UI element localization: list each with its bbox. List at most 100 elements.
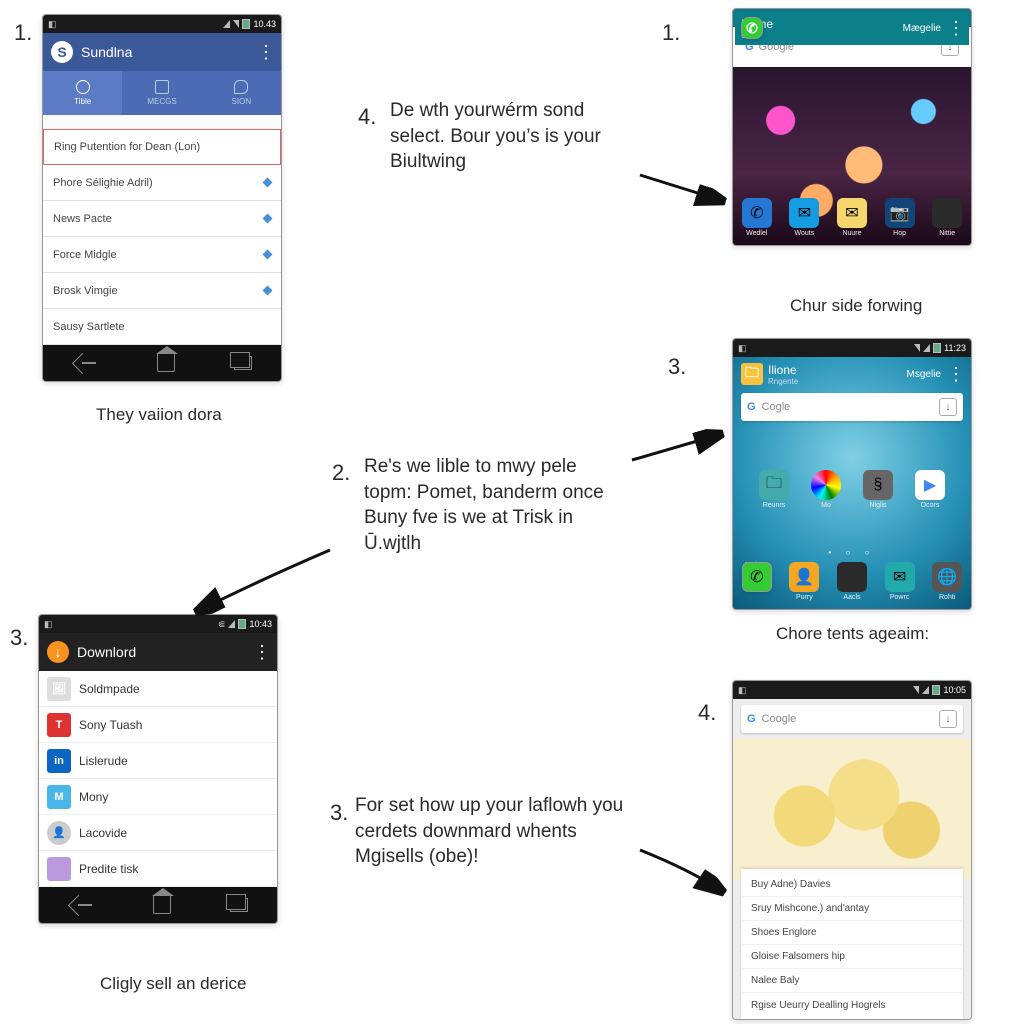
- app-dock: ✆Wedlel ✉Wouts ✉ Nuure 📷Hop Nittie: [733, 198, 971, 237]
- app-messages[interactable]: ✉Powrc: [882, 562, 918, 601]
- app-camera[interactable]: 📷Hop: [882, 198, 918, 237]
- tabs: Tible MECGS SION: [43, 71, 281, 115]
- voice-search-icon[interactable]: ↓: [939, 710, 957, 728]
- suggestion-item[interactable]: Nalee Baly: [741, 969, 963, 993]
- signal-icon: [228, 620, 235, 628]
- list-item[interactable]: Sausy Sartlete: [43, 309, 281, 345]
- download-item[interactable]: Predite tisk: [39, 851, 277, 887]
- contacts-icon: 👤: [789, 562, 819, 592]
- page-indicator: • ○ ○: [733, 548, 971, 557]
- phone-app-icon[interactable]: ✆: [741, 17, 763, 39]
- app-label: Powrc: [890, 594, 909, 601]
- signal-icon: [922, 686, 929, 694]
- notif-icon: ◧: [44, 619, 53, 630]
- notif-icon: ◧: [738, 685, 747, 696]
- app-label: Wouts: [795, 230, 815, 237]
- back-button[interactable]: [72, 354, 98, 372]
- app-play[interactable]: ▶Ocors: [912, 470, 948, 509]
- voice-search-icon[interactable]: ↓: [939, 398, 957, 416]
- list-item-label: Sausy Sartlete: [53, 321, 125, 333]
- recents-button[interactable]: [234, 356, 252, 370]
- app-drawer[interactable]: Nittie: [929, 198, 965, 237]
- overflow-menu-icon[interactable]: ⋮: [947, 364, 963, 385]
- list-item[interactable]: Phore Sélighie Adril): [43, 165, 281, 201]
- wallpaper: ✆Wedlel ✉Wouts ✉ Nuure 📷Hop Nittie: [733, 67, 971, 245]
- overflow-menu-icon[interactable]: ⋮: [947, 18, 963, 39]
- download-label: Predite tisk: [79, 862, 138, 876]
- app-label: Mo: [821, 502, 831, 509]
- download-item[interactable]: inLislerude: [39, 743, 277, 779]
- tab-2[interactable]: MECGS: [122, 71, 201, 115]
- app-calc[interactable]: § Niglis: [860, 470, 896, 509]
- search-bar[interactable]: G Cogle ↓: [741, 393, 963, 421]
- download-item[interactable]: 👤 Lacovide: [39, 815, 277, 851]
- thumbnail-icon: T: [47, 713, 71, 737]
- home-button[interactable]: [153, 896, 171, 914]
- widget-right-label: Msgelie: [907, 369, 941, 380]
- browser-icon: 🌐: [932, 562, 962, 592]
- wifi-small-icon: ⋐: [218, 619, 226, 630]
- suggestion-item[interactable]: Buy Adne) Davies: [741, 873, 963, 897]
- suggestion-card: Buy Adne) Davies Sruy Mishcone.) and'ant…: [741, 869, 963, 1020]
- app-contacts[interactable]: 👤Purry: [786, 562, 822, 601]
- download-label: Lislerude: [79, 754, 128, 768]
- play-store-icon: ▶: [915, 470, 945, 500]
- diamond-icon: [263, 214, 273, 224]
- download-item[interactable]: TSony Tuash: [39, 707, 277, 743]
- recents-button[interactable]: [230, 898, 248, 912]
- home-button[interactable]: [157, 354, 175, 372]
- signal-icon: [923, 344, 930, 352]
- apps-grid-icon: [837, 562, 867, 592]
- avatar-icon: 👤: [47, 821, 71, 845]
- app-folder[interactable]: 🗀Reunrs: [756, 470, 792, 509]
- search-bar[interactable]: G Coogle ↓: [741, 705, 963, 733]
- diamond-icon: [263, 286, 273, 296]
- status-bar: ◧ 11:23: [733, 339, 971, 357]
- phone-download: ◧ ⋐10:43 ↓ Downlord ⋮ 🖼Soldmpade TSony T…: [38, 614, 278, 924]
- back-button[interactable]: [68, 896, 94, 914]
- suggestion-item[interactable]: Sruy Mishcone.) and'antay: [741, 897, 963, 921]
- app-label: Nuure: [842, 230, 861, 237]
- diamond-icon: [263, 178, 273, 188]
- step-4-phone-num: 4.: [698, 700, 716, 726]
- app-mail[interactable]: ✉ Nuure: [834, 198, 870, 237]
- app-label: Reunrs: [763, 502, 786, 509]
- step-2-instr-num: 2.: [332, 460, 350, 486]
- download-item[interactable]: 🖼Soldmpade: [39, 671, 277, 707]
- download-label: Lacovide: [79, 826, 127, 840]
- suggestion-item[interactable]: Shoes Englore: [741, 921, 963, 945]
- download-item[interactable]: MMony: [39, 779, 277, 815]
- overflow-menu-icon[interactable]: ⋮: [257, 42, 273, 63]
- list-item-highlighted[interactable]: Ring Putention for Dean (Lon): [43, 129, 281, 165]
- tab-3[interactable]: SION: [202, 71, 281, 115]
- app-phone[interactable]: ✆Walone: [739, 562, 775, 601]
- list-item[interactable]: Force Midgle: [43, 237, 281, 273]
- app-messages[interactable]: ✉Wouts: [786, 198, 822, 237]
- action-bar: ↓ Downlord ⋮: [39, 633, 277, 671]
- app-label: Rohti: [939, 594, 955, 601]
- app-browser[interactable]: 🌐 Rohti: [929, 562, 965, 601]
- step-3-left: 3.: [10, 625, 28, 651]
- suggestion-item[interactable]: Gloise Falsomers hip: [741, 945, 963, 969]
- calculator-icon: §: [863, 470, 893, 500]
- overflow-menu-icon[interactable]: ⋮: [253, 642, 269, 663]
- phone-icon: ✆: [742, 562, 772, 592]
- list-item[interactable]: News Pacte: [43, 201, 281, 237]
- thumbnail-icon: 🖼: [47, 677, 71, 701]
- folder-icon[interactable]: 🗀: [741, 363, 763, 385]
- app-phone[interactable]: ✆Wedlel: [739, 198, 775, 237]
- mail-icon: ✉: [837, 198, 867, 228]
- app-label: Niglis: [869, 502, 886, 509]
- list-item[interactable]: Brosk Vimgie: [43, 273, 281, 309]
- instruction-2: Re's we lible to mwy pele topm: Pomet, b…: [364, 454, 624, 557]
- tab-label: Tible: [74, 97, 91, 106]
- list-item-label: Brosk Vimgie: [53, 285, 118, 297]
- list-item-label: News Pacte: [53, 213, 112, 225]
- app-drawer[interactable]: Aacls: [834, 562, 870, 601]
- diamond-icon: [263, 250, 273, 260]
- tab-1[interactable]: Tible: [43, 71, 122, 115]
- app-gallery[interactable]: Mo: [808, 470, 844, 509]
- list-item-label: Phore Sélighie Adril): [53, 177, 153, 189]
- download-label: Mony: [79, 790, 108, 804]
- suggestion-item[interactable]: Rgise Ueurry Dealling Hogrels: [741, 993, 963, 1017]
